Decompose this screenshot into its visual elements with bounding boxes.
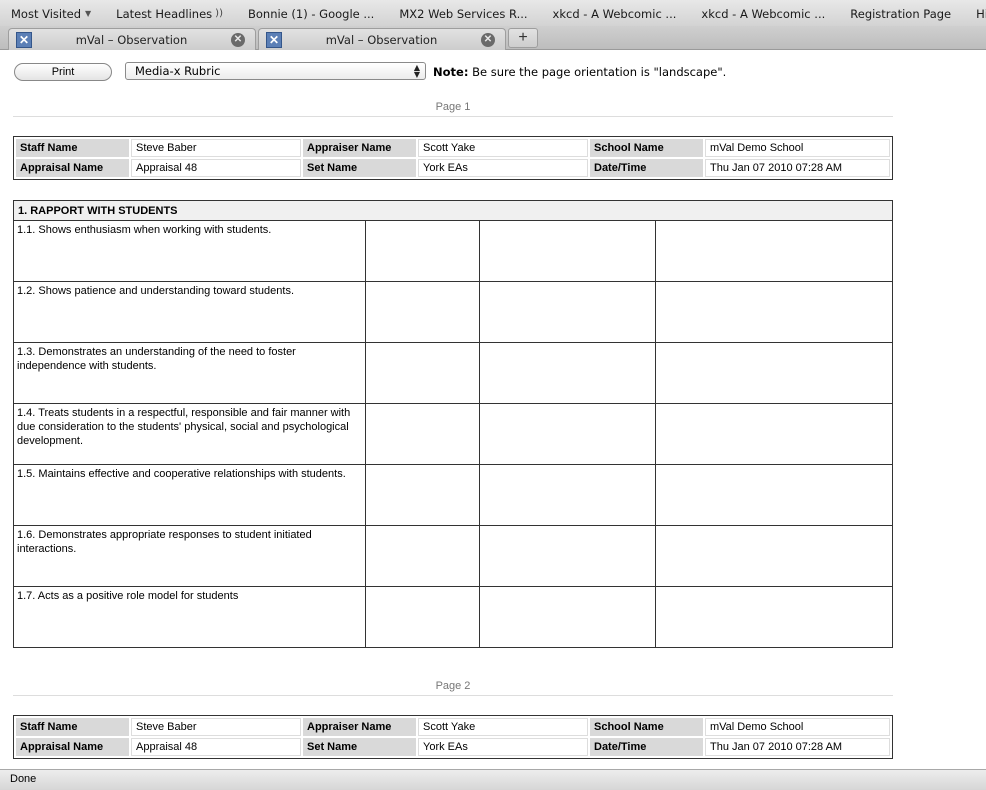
rubric-select-value: Media-x Rubric	[135, 64, 221, 78]
browser-tab-2[interactable]: ✕ mVal – Observation ✕	[258, 28, 506, 50]
note-label: Note:	[433, 65, 469, 79]
appraisal-name-label: Appraisal Name	[16, 159, 129, 177]
rubric-table: 1. RAPPORT WITH STUDENTS 1.1. Shows enth…	[13, 200, 893, 648]
browser-tab-1[interactable]: ✕ mVal – Observation ✕	[8, 28, 256, 50]
bookmark-mx2-web-services[interactable]: MX2 Web Services R...	[388, 7, 527, 21]
close-tab-icon[interactable]: ✕	[481, 32, 495, 47]
table-row: 1.6. Demonstrates appropriate responses …	[13, 525, 893, 587]
rating-cell[interactable]	[365, 464, 480, 526]
staff-name-label: Staff Name	[16, 718, 129, 736]
rating-cell[interactable]	[479, 464, 656, 526]
rss-feed-icon: ))	[215, 8, 223, 19]
print-button[interactable]: Print	[14, 63, 112, 81]
datetime-label: Date/Time	[590, 159, 703, 177]
datetime-value: Thu Jan 07 2010 07:28 AM	[705, 738, 890, 756]
rubric-item-text: 1.5. Maintains effective and cooperative…	[13, 464, 366, 526]
rubric-item-text: 1.7. Acts as a positive role model for s…	[13, 586, 366, 648]
bookmark-google[interactable]: Bonnie (1) - Google ...	[237, 7, 374, 21]
note-text: Be sure the page orientation is "landsca…	[472, 65, 727, 79]
staff-name-label: Staff Name	[16, 139, 129, 157]
school-name-value: mVal Demo School	[705, 718, 890, 736]
table-row: 1.2. Shows patience and understanding to…	[13, 281, 893, 343]
section-title: 1. RAPPORT WITH STUDENTS	[13, 200, 893, 221]
datetime-label: Date/Time	[590, 738, 703, 756]
rubric-item-text: 1.1. Shows enthusiasm when working with …	[13, 220, 366, 282]
appraisal-name-value: Appraisal 48	[131, 159, 301, 177]
table-row: 1.4. Treats students in a respectful, re…	[13, 403, 893, 465]
appraisal-info-table: Staff Name Steve Baber Appraiser Name Sc…	[13, 715, 893, 759]
status-bar: Done	[0, 769, 986, 790]
comment-cell[interactable]	[655, 525, 893, 587]
comment-cell[interactable]	[655, 586, 893, 648]
rubric-item-text: 1.3. Demonstrates an understanding of th…	[13, 342, 366, 404]
appraisal-info-table: Staff Name Steve Baber Appraiser Name Sc…	[13, 136, 893, 180]
set-name-value: York EAs	[418, 159, 588, 177]
table-row: 1.1. Shows enthusiasm when working with …	[13, 220, 893, 282]
table-row: 1.5. Maintains effective and cooperative…	[13, 464, 893, 526]
rubric-item-text: 1.4. Treats students in a respectful, re…	[13, 403, 366, 465]
staff-name-value: Steve Baber	[131, 139, 301, 157]
rating-cell[interactable]	[365, 525, 480, 587]
status-text: Done	[10, 773, 37, 785]
bookmark-xkcd-1[interactable]: xkcd - A Webcomic ...	[542, 7, 677, 21]
rating-cell[interactable]	[365, 281, 480, 343]
mval-favicon-icon: ✕	[16, 31, 32, 48]
mval-favicon-icon: ✕	[266, 31, 282, 48]
rating-cell[interactable]	[479, 281, 656, 343]
appraiser-name-value: Scott Yake	[418, 718, 588, 736]
school-name-label: School Name	[590, 718, 703, 736]
comment-cell[interactable]	[655, 281, 893, 343]
rubric-select[interactable]: Media-x Rubric ▲ ▼	[125, 62, 426, 80]
comment-cell[interactable]	[655, 403, 893, 465]
bookmark-highrise[interactable]: Highrise Le	[965, 7, 986, 21]
bookmark-registration-page[interactable]: Registration Page	[839, 7, 951, 21]
bookmark-latest-headlines[interactable]: Latest Headlines))	[105, 7, 223, 21]
comment-cell[interactable]	[655, 342, 893, 404]
table-row: 1.7. Acts as a positive role model for s…	[13, 586, 893, 648]
staff-name-value: Steve Baber	[131, 718, 301, 736]
chevron-down-icon: ▼	[85, 9, 92, 18]
rubric-item-text: 1.2. Shows patience and understanding to…	[13, 281, 366, 343]
close-tab-icon[interactable]: ✕	[231, 32, 245, 47]
appraiser-name-label: Appraiser Name	[303, 139, 416, 157]
tab-strip: ✕ mVal – Observation ✕ ✕ mVal – Observat…	[0, 26, 986, 50]
rating-cell[interactable]	[365, 220, 480, 282]
rating-cell[interactable]	[365, 342, 480, 404]
page-label: Page 1	[13, 101, 893, 117]
comment-cell[interactable]	[655, 464, 893, 526]
set-name-label: Set Name	[303, 738, 416, 756]
appraisal-name-label: Appraisal Name	[16, 738, 129, 756]
bookmarks-toolbar: Most Visited ▼ Latest Headlines)) Bonnie …	[0, 0, 986, 28]
rating-cell[interactable]	[479, 342, 656, 404]
set-name-label: Set Name	[303, 159, 416, 177]
rubric-item-text: 1.6. Demonstrates appropriate responses …	[13, 525, 366, 587]
page-label: Page 2	[13, 680, 893, 696]
rating-cell[interactable]	[479, 220, 656, 282]
bookmark-xkcd-2[interactable]: xkcd - A Webcomic ...	[690, 7, 825, 21]
rating-cell[interactable]	[479, 525, 656, 587]
bookmark-most-visited[interactable]: Most Visited ▼	[0, 7, 91, 21]
rating-cell[interactable]	[479, 586, 656, 648]
orientation-note: Note: Be sure the page orientation is "l…	[433, 65, 726, 79]
rating-cell[interactable]	[365, 586, 480, 648]
appraisal-name-value: Appraisal 48	[131, 738, 301, 756]
datetime-value: Thu Jan 07 2010 07:28 AM	[705, 159, 890, 177]
comment-cell[interactable]	[655, 220, 893, 282]
table-row: 1.3. Demonstrates an understanding of th…	[13, 342, 893, 404]
select-arrows-icon: ▲ ▼	[413, 63, 420, 79]
school-name-value: mVal Demo School	[705, 139, 890, 157]
appraiser-name-label: Appraiser Name	[303, 718, 416, 736]
tab-title: mVal – Observation	[75, 32, 188, 47]
appraiser-name-value: Scott Yake	[418, 139, 588, 157]
new-tab-button[interactable]: +	[508, 28, 538, 48]
set-name-value: York EAs	[418, 738, 588, 756]
rating-cell[interactable]	[479, 403, 656, 465]
tab-title: mVal – Observation	[325, 32, 438, 47]
rating-cell[interactable]	[365, 403, 480, 465]
school-name-label: School Name	[590, 139, 703, 157]
